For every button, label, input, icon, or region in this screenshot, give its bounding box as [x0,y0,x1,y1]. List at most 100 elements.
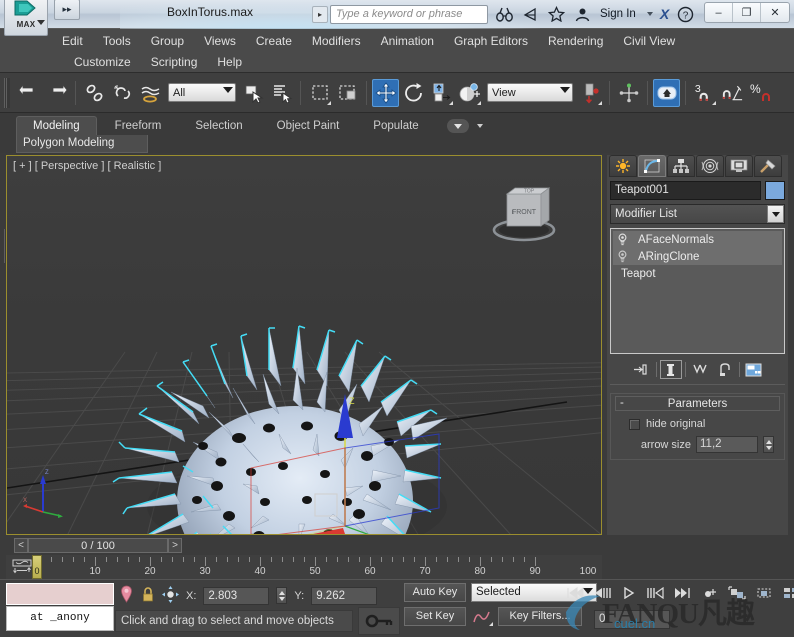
coordinate-y-input[interactable]: 9.262 [311,587,377,605]
select-by-name-icon[interactable] [268,79,295,107]
key-mode-button[interactable] [358,607,400,635]
use-pivot-point-center-icon[interactable] [577,79,604,107]
menu-item-customize[interactable]: Customize [64,52,141,73]
share-icon[interactable] [521,4,540,24]
arrow-size-input[interactable]: 11,2 [696,436,758,453]
object-name-field[interactable]: Teapot001 [610,181,761,200]
display-tab[interactable] [725,155,753,177]
ribbon-panel-title[interactable]: Polygon Modeling [16,135,148,153]
pin-stack-icon[interactable] [631,360,653,379]
minimize-button[interactable]: – [705,3,733,22]
percent-snap-icon[interactable]: % [747,79,774,107]
undo-icon[interactable] [15,79,42,107]
viewport-label[interactable]: [ + ] [ Perspective ] [ Realistic ] [13,160,161,172]
modifier-stack-item-afacenormals[interactable]: AFaceNormals [613,231,782,248]
configure-modifier-sets-icon[interactable] [743,360,765,379]
menu-item-civil-view[interactable]: Civil View [613,31,685,52]
play-animation-icon[interactable] [618,584,640,602]
hierarchy-tab[interactable] [667,155,695,177]
zoom-extents-icon[interactable] [726,584,748,602]
modify-tab[interactable] [638,155,666,177]
menu-item-tools[interactable]: Tools [93,31,141,52]
menu-item-group[interactable]: Group [141,31,194,52]
use-selection-center-icon[interactable] [615,79,642,107]
help-icon[interactable]: ? [676,4,695,24]
view-cube[interactable]: FRONT TOP L [489,184,559,246]
binoculars-icon[interactable] [495,4,514,24]
angle-snap-icon[interactable] [719,79,746,107]
modifier-stack[interactable]: AFaceNormals ARingClone Teapot [610,228,785,354]
selection-lock-pin-icon[interactable] [119,585,134,606]
menu-item-scripting[interactable]: Scripting [141,52,208,73]
arrow-size-spinner[interactable] [763,436,774,453]
select-and-link-icon[interactable] [81,79,108,107]
parameters-rollout-header[interactable]: - Parameters [615,396,780,411]
toolbar-grip[interactable] [4,78,10,108]
ribbon-tab-freeform[interactable]: Freeform [99,117,178,135]
quick-access-toolbar-button[interactable]: ▸▸ [54,0,80,20]
ribbon-tab-selection[interactable]: Selection [179,117,258,135]
menu-item-rendering[interactable]: Rendering [538,31,613,52]
current-frame-input[interactable]: 0 [594,610,670,629]
previous-frame-icon[interactable] [591,584,613,602]
ribbon-chevron-down-icon[interactable] [477,124,483,128]
menu-item-edit[interactable]: Edit [52,31,93,52]
select-object-icon[interactable] [240,79,267,107]
rectangular-selection-region-icon[interactable] [306,79,333,107]
select-and-rotate-icon[interactable] [400,79,427,107]
window-crossing-icon[interactable] [334,79,361,107]
ribbon-tab-populate[interactable]: Populate [357,117,434,135]
track-bar[interactable]: 10 20 30 40 50 60 70 80 90 100 0 [6,555,602,579]
ribbon-tab-modeling[interactable]: Modeling [16,116,97,135]
coordinate-x-input[interactable]: 2.803 [203,587,269,605]
key-filters-button[interactable]: Key Filters... [498,607,582,626]
remove-modifier-icon[interactable] [714,360,736,379]
ribbon-more-icon[interactable] [447,119,469,133]
close-button[interactable]: ✕ [761,3,789,22]
maxscript-mini-listener[interactable]: at _anony [6,583,114,633]
select-and-manipulate-icon[interactable] [456,79,483,107]
go-to-start-icon[interactable] [564,584,586,602]
ribbon-tab-object-paint[interactable]: Object Paint [261,117,356,135]
search-input[interactable]: Type a keyword or phrase [330,5,488,24]
zoom-region-icon[interactable] [753,584,775,602]
person-icon[interactable] [573,4,592,24]
light-bulb-icon[interactable] [613,233,632,246]
reference-coordinate-system-combo[interactable]: View [487,83,573,102]
key-mode-toggle-icon[interactable] [699,584,721,602]
hide-original-checkbox[interactable] [629,419,640,430]
select-and-scale-icon[interactable] [428,79,455,107]
selection-lock-icon[interactable] [141,586,155,606]
snaps-toggle-icon[interactable]: 3 [691,79,718,107]
unlink-selection-icon[interactable] [109,79,136,107]
utilities-tab[interactable] [754,155,782,177]
show-end-result-icon[interactable] [660,360,682,379]
modifier-list-combo[interactable]: Modifier List [610,204,785,224]
sign-in-label[interactable]: Sign In [600,8,636,20]
make-unique-icon[interactable] [689,360,711,379]
maxscript-listener-input[interactable]: at _anony [6,606,114,631]
sign-in-chevron-down-icon[interactable] [647,12,653,16]
bind-to-space-warp-icon[interactable] [137,79,164,107]
menu-item-create[interactable]: Create [246,31,302,52]
isolate-selection-icon[interactable] [162,586,179,606]
star-icon[interactable] [547,4,566,24]
modifier-stack-item-aringclone[interactable]: ARingClone [613,248,782,265]
frame-readout[interactable]: 0 / 100 [28,538,168,553]
viewport-perspective[interactable]: Z [ + ] [ Perspective ] [ Realistic ] FR… [6,155,602,535]
title-dropdown-arrow-icon[interactable]: ▸ [312,6,328,23]
maximize-viewport-icon[interactable] [780,584,794,602]
menu-item-animation[interactable]: Animation [371,31,444,52]
motion-tab[interactable] [696,155,724,177]
collapse-icon[interactable]: - [620,397,624,409]
previous-frame-button[interactable]: < [14,538,28,553]
selection-filter-combo[interactable]: All [168,83,236,102]
auto-key-button[interactable]: Auto Key [404,583,466,602]
menu-item-views[interactable]: Views [194,31,246,52]
track-bar-ruler[interactable]: 10 20 30 40 50 60 70 80 90 100 [40,555,602,579]
menu-item-modifiers[interactable]: Modifiers [302,31,371,52]
autodesk-x-icon[interactable]: X [660,6,669,22]
application-menu-button[interactable]: MAX [4,0,48,36]
maximize-button[interactable]: ❐ [733,3,761,22]
chevron-down-icon[interactable] [767,205,784,223]
